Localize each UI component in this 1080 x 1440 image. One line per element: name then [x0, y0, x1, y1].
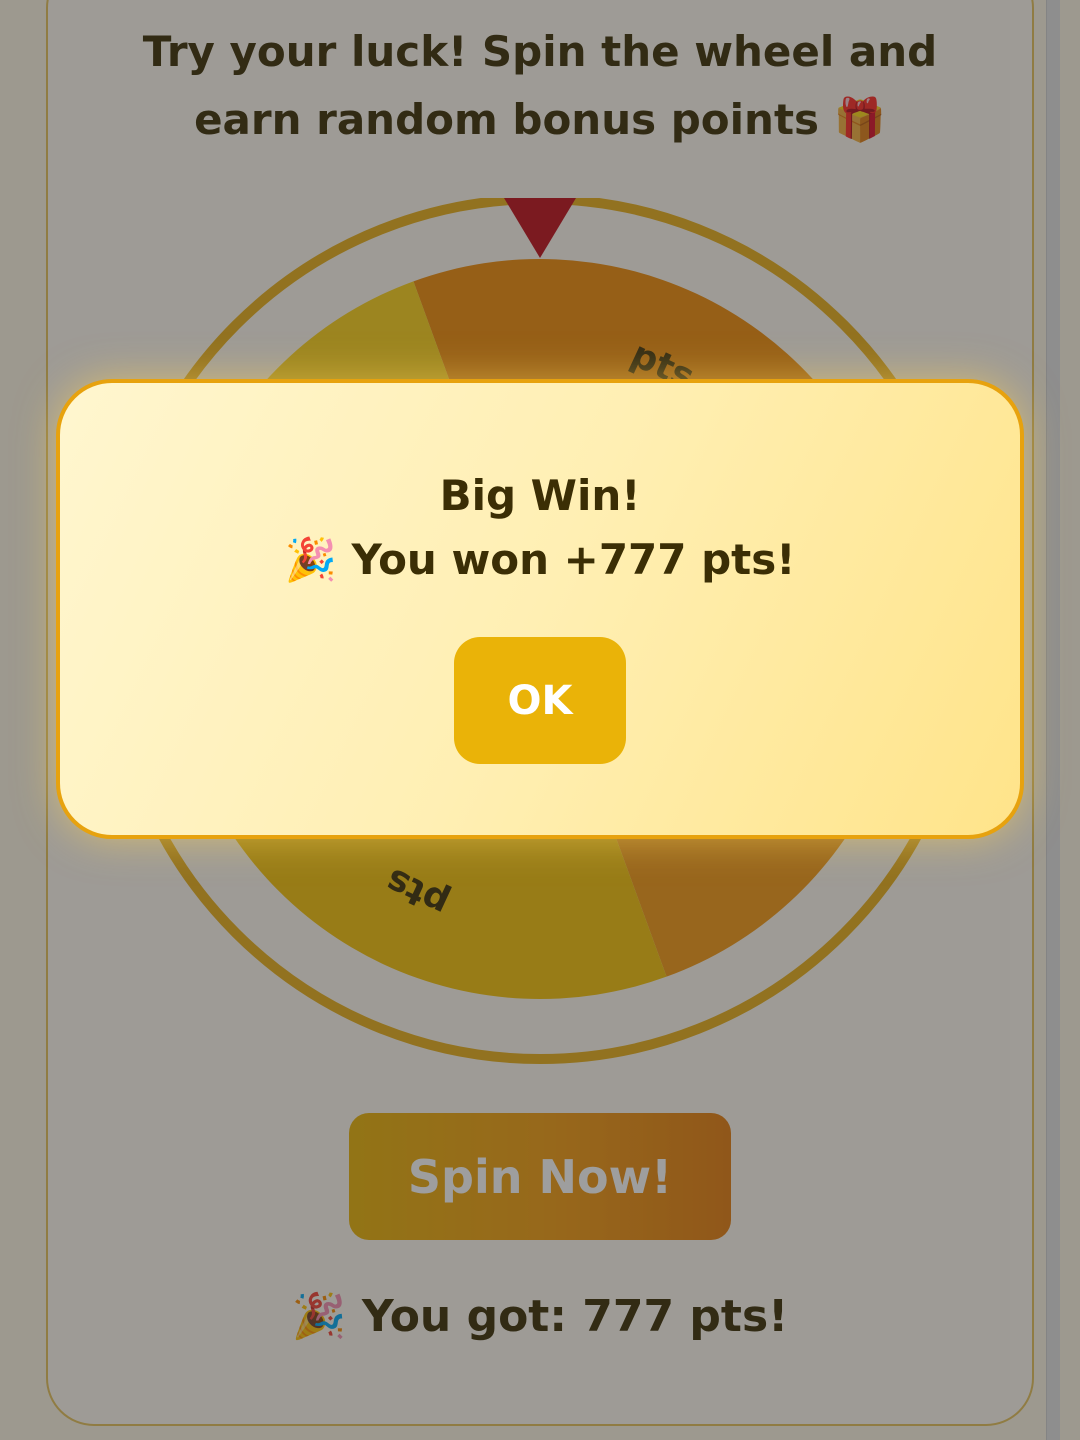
- ok-button[interactable]: OK: [454, 637, 626, 764]
- dialog-message: 🎉 You won +777 pts!: [284, 535, 796, 584]
- win-dialog: Big Win! 🎉 You won +777 pts! OK: [56, 379, 1024, 839]
- dialog-title: Big Win!: [439, 471, 641, 520]
